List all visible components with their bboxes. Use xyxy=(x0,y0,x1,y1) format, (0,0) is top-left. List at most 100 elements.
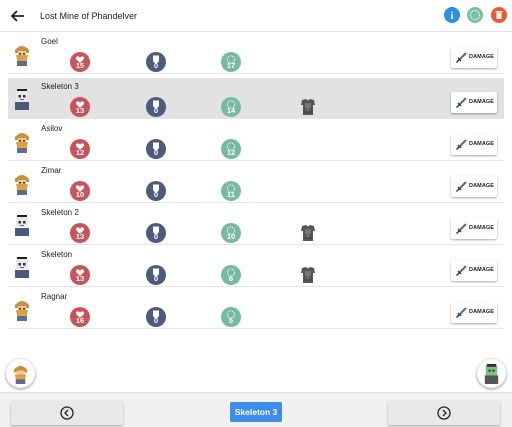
armor-badge: 13 xyxy=(298,97,318,117)
armor-badge: 13 xyxy=(298,265,318,285)
armor-class-value: 0 xyxy=(153,190,159,199)
next-turn-button[interactable] xyxy=(388,401,500,425)
trash-icon[interactable] xyxy=(491,7,507,23)
sword-icon xyxy=(455,264,467,276)
initiative-value: 12 xyxy=(226,148,236,157)
sword-icon xyxy=(455,138,467,150)
info-icon[interactable]: i xyxy=(444,7,460,23)
damage-button-label: DAMAGE xyxy=(469,141,495,147)
damage-button-label: DAMAGE xyxy=(469,225,495,231)
combatant-name: Zimar xyxy=(41,166,62,175)
previous-turn-button[interactable] xyxy=(11,401,123,425)
round-icon[interactable] xyxy=(467,7,483,23)
back-arrow-icon[interactable] xyxy=(8,6,28,26)
add-monster-button[interactable] xyxy=(477,359,506,388)
damage-button[interactable]: DAMAGE xyxy=(451,260,497,281)
initiative-value: 5 xyxy=(228,316,234,325)
bottom-navigation: Skeleton 3 xyxy=(0,392,512,427)
combatant-name: Skeleton xyxy=(41,250,73,259)
add-player-button[interactable] xyxy=(6,359,35,388)
hit-points-badge: 16 xyxy=(70,307,90,327)
armor-class-value: 0 xyxy=(153,316,159,325)
initiative-badge: 6 xyxy=(221,265,241,285)
dwarf-avatar xyxy=(11,297,33,321)
damage-button[interactable]: DAMAGE xyxy=(451,134,497,155)
initiative-badge: 10 xyxy=(221,223,241,243)
combatant-row[interactable]: Asilov 12 0 12 DAMAGE xyxy=(8,120,504,161)
armor-class-badge: 0 xyxy=(146,52,166,72)
hit-points-badge: 15 xyxy=(70,52,90,72)
dwarf-avatar xyxy=(11,42,33,66)
combatant-row[interactable]: Goel 15 0 17 DAMAGE xyxy=(8,33,504,74)
combatant-name: Skeleton 2 xyxy=(41,208,79,217)
combatant-name: Skeleton 3 xyxy=(41,82,79,91)
armor-class-badge: 0 xyxy=(146,97,166,117)
armor-class-badge: 0 xyxy=(146,181,166,201)
damage-button[interactable]: DAMAGE xyxy=(451,218,497,239)
initiative-value: 10 xyxy=(226,232,236,241)
damage-button[interactable]: DAMAGE xyxy=(451,302,497,323)
chevron-left-icon xyxy=(60,406,74,420)
sword-icon xyxy=(455,180,467,192)
damage-button-label: DAMAGE xyxy=(469,183,495,189)
hit-points-badge: 13 xyxy=(70,265,90,285)
svg-text:i: i xyxy=(451,11,454,22)
damage-button-label: DAMAGE xyxy=(469,99,495,105)
skeleton-avatar xyxy=(11,255,33,279)
damage-button[interactable]: DAMAGE xyxy=(451,176,497,197)
initiative-badge: 14 xyxy=(221,97,241,117)
combatant-row[interactable]: Skeleton 2 13 0 10 13 DAMAGE xyxy=(8,204,504,245)
combatant-name: Asilov xyxy=(41,124,63,133)
damage-button[interactable]: DAMAGE xyxy=(451,47,497,68)
combatant-row[interactable]: Zimar 10 0 11 DAMAGE xyxy=(8,162,504,203)
hit-points-badge: 13 xyxy=(70,223,90,243)
hit-points-value: 16 xyxy=(75,316,85,325)
sword-icon xyxy=(455,306,467,318)
armor-class-badge: 0 xyxy=(146,139,166,159)
current-turn-badge: Skeleton 3 xyxy=(230,402,282,422)
combatant-row[interactable]: Skeleton 13 0 6 13 DAMAGE xyxy=(8,246,504,287)
hit-points-value: 12 xyxy=(75,148,85,157)
armor-value: 13 xyxy=(303,106,313,115)
combatant-row[interactable]: Ragnar 16 0 5 DAMAGE xyxy=(8,288,504,329)
armor-class-value: 0 xyxy=(153,274,159,283)
armor-class-value: 0 xyxy=(153,106,159,115)
sword-icon xyxy=(455,96,467,108)
armor-class-value: 0 xyxy=(153,61,159,70)
sword-icon xyxy=(455,51,467,63)
armor-badge: 13 xyxy=(298,223,318,243)
damage-button-label: DAMAGE xyxy=(469,309,495,315)
skeleton-avatar xyxy=(11,213,33,237)
armor-value: 13 xyxy=(303,274,313,283)
skeleton-avatar xyxy=(11,87,33,111)
armor-value: 13 xyxy=(303,232,313,241)
sword-icon xyxy=(455,222,467,234)
initiative-value: 17 xyxy=(226,61,236,70)
page-title: Lost Mine of Phandelver xyxy=(40,11,138,21)
hit-points-value: 13 xyxy=(75,232,85,241)
initiative-value: 6 xyxy=(228,274,234,283)
initiative-badge: 5 xyxy=(221,307,241,327)
dwarf-icon xyxy=(13,365,28,384)
armor-class-value: 0 xyxy=(153,232,159,241)
hit-points-value: 15 xyxy=(75,61,85,70)
armor-class-value: 0 xyxy=(153,148,159,157)
monster-icon xyxy=(484,363,499,384)
armor-class-badge: 0 xyxy=(146,223,166,243)
combatant-row[interactable]: Skeleton 3 13 0 14 13 DAMAGE xyxy=(8,78,504,119)
initiative-badge: 17 xyxy=(221,52,241,72)
damage-button[interactable]: DAMAGE xyxy=(451,92,497,113)
combatant-name: Goel xyxy=(41,37,58,46)
hit-points-badge: 10 xyxy=(70,181,90,201)
dwarf-avatar xyxy=(11,129,33,153)
dwarf-avatar xyxy=(11,171,33,195)
chevron-right-icon xyxy=(437,406,451,420)
damage-button-label: DAMAGE xyxy=(469,54,495,60)
initiative-badge: 12 xyxy=(221,139,241,159)
damage-button-label: DAMAGE xyxy=(469,267,495,273)
top-app-bar: Lost Mine of Phandelver i xyxy=(0,0,512,32)
hit-points-value: 10 xyxy=(75,190,85,199)
armor-class-badge: 0 xyxy=(146,265,166,285)
combatant-name: Ragnar xyxy=(41,292,68,301)
hit-points-badge: 12 xyxy=(70,139,90,159)
